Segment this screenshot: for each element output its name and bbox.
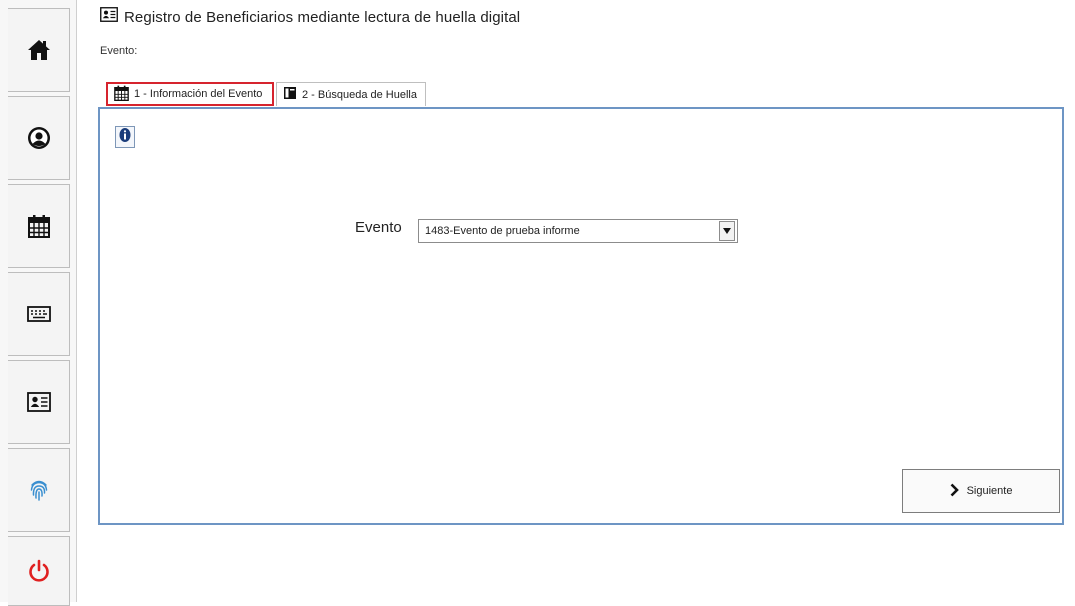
chevron-down-icon[interactable] (719, 221, 735, 241)
event-select-value: 1483-Evento de prueba informe (425, 225, 580, 237)
id-card-icon (26, 392, 51, 412)
user-circle-icon (27, 126, 51, 150)
event-select[interactable]: 1483-Evento de prueba informe (418, 219, 738, 243)
tab-label: 2 - Búsqueda de Huella (302, 88, 417, 101)
event-field-label: Evento (355, 219, 402, 236)
tab-label: 1 - Información del Evento (134, 88, 263, 100)
sidebar-item-logout[interactable] (8, 536, 70, 606)
home-icon (27, 39, 51, 61)
power-icon (28, 559, 50, 583)
sidebar-item-keyboard[interactable] (8, 272, 70, 356)
page-title: Registro de Beneficiarios mediante lectu… (124, 8, 521, 26)
notebook-icon (283, 86, 297, 103)
keyboard-icon (26, 306, 51, 322)
page-header: Registro de Beneficiarios mediante lectu… (100, 6, 520, 28)
calendar-icon (27, 214, 50, 238)
sidebar-item-calendar[interactable] (8, 184, 70, 268)
info-icon (118, 127, 132, 148)
sidebar-item-id-card[interactable] (8, 360, 70, 444)
next-button[interactable]: Siguiente (902, 469, 1060, 513)
sidebar-item-fingerprint[interactable] (8, 448, 70, 532)
tab-fingerprint-search[interactable]: 2 - Búsqueda de Huella (276, 82, 426, 106)
info-button[interactable] (115, 126, 135, 148)
tab-event-info[interactable]: 1 - Información del Evento (106, 82, 274, 106)
id-card-icon (100, 7, 118, 27)
event-label: Evento: (100, 45, 138, 57)
event-info-panel: Evento 1483-Evento de prueba informe Sig… (98, 107, 1064, 525)
sidebar (0, 0, 77, 606)
calendar-icon (114, 85, 129, 104)
fingerprint-icon (29, 478, 49, 502)
sidebar-item-user[interactable] (8, 96, 70, 180)
chevron-right-icon (950, 483, 959, 500)
next-button-label: Siguiente (966, 485, 1013, 497)
sidebar-item-home[interactable] (8, 8, 70, 92)
